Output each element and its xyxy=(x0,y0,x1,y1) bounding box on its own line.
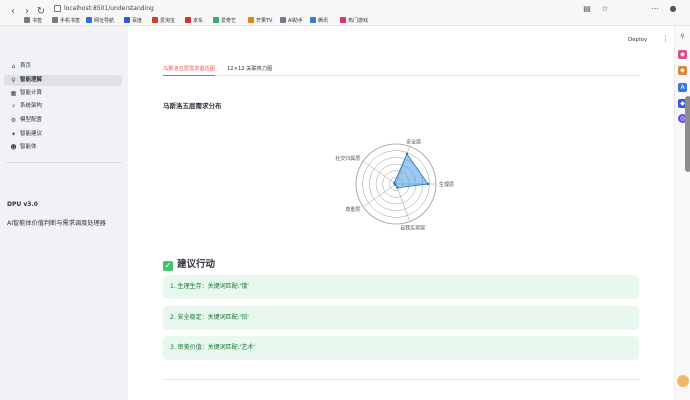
app-icon[interactable]: A xyxy=(678,83,687,92)
browser-side-rail: ⚲ ◆ ◆ A ◆ ◎ xyxy=(674,26,690,400)
radar-data-point xyxy=(393,183,397,186)
bookmark-item[interactable]: 京东 xyxy=(185,16,203,26)
structure-icon: ⚡ xyxy=(11,103,16,110)
sidebar-item-model-config[interactable]: ⚙ 模型配置 xyxy=(4,115,122,126)
sidebar-item-compute[interactable]: ▦ 智能计算 xyxy=(4,88,122,99)
deploy-button[interactable]: Deploy xyxy=(628,37,647,43)
robot-icon: ☻ xyxy=(10,144,17,151)
action-item: 2. 安全稳定：关键词匹配:'怕' xyxy=(163,306,639,330)
bookmark-item[interactable]: 爱淘宝 xyxy=(152,16,175,26)
radar-series-area xyxy=(393,153,429,189)
section-divider xyxy=(163,379,639,380)
gear-icon: ⚙ xyxy=(10,117,17,124)
tab-heatmap[interactable]: 12×12 关联热力图 xyxy=(227,64,272,76)
url-bar[interactable]: localhost:8501/understanding xyxy=(64,4,154,14)
sidebar-item-understanding[interactable]: ⚲ 智能理解 xyxy=(4,75,122,86)
tab-bar: 马斯洛五层需求雷达图 12×12 关联热力图 xyxy=(163,62,639,76)
sidebar-item-agent[interactable]: ☻ 智能体 xyxy=(4,142,122,153)
lock-icon xyxy=(54,5,61,12)
menu-icon[interactable]: ⋮ xyxy=(662,35,669,44)
avatar[interactable] xyxy=(677,375,689,387)
profile-icon[interactable]: ● xyxy=(668,4,678,14)
radar-axis-label: 生理层 xyxy=(439,181,454,188)
home-icon: ⌂ xyxy=(11,63,16,70)
bookmark-item[interactable]: 腾讯 xyxy=(310,16,328,26)
tab-radar[interactable]: 马斯洛五层需求雷达图 xyxy=(163,64,215,76)
tagline: AI智能体价值判断与需求调度处理器 xyxy=(7,220,106,227)
radar-axis-label: 安全层 xyxy=(406,138,421,145)
radar-axis-line xyxy=(395,183,410,222)
sidebar-item-architecture[interactable]: ⚡ 系统架构 xyxy=(4,101,122,112)
bookmark-item[interactable]: 芒果TV xyxy=(248,16,272,26)
radar-data-point xyxy=(405,152,409,156)
main-content: Deploy ⋮ 马斯洛五层需求雷达图 12×12 关联热力图 马斯洛五层需求分… xyxy=(128,26,678,400)
bookmark-item[interactable]: AI助手 xyxy=(280,16,303,26)
scrollbar-handle[interactable] xyxy=(685,96,690,172)
radar-axis-label: 尊重层 xyxy=(345,206,360,213)
search-icon[interactable]: ⚲ xyxy=(678,32,687,41)
app-icon[interactable]: ◆ xyxy=(678,66,687,75)
extensions-icon[interactable]: ⋯ xyxy=(650,4,660,14)
bookmark-item[interactable]: 爱奇艺 xyxy=(213,16,236,26)
radar-data-point xyxy=(396,186,399,189)
sidebar-item-home[interactable]: ⌂ 首页 xyxy=(4,61,122,72)
sidebar: ⌂ 首页 ⚲ 智能理解 ▦ 智能计算 ⚡ 系统架构 ⚙ 模型配置 ✦ 智能建议 ☻ 智能体 D… xyxy=(0,26,128,400)
action-item: 1. 生理生存：关键词匹配:'饿' xyxy=(163,275,639,299)
favorite-icon[interactable]: ☆ xyxy=(600,4,610,14)
sidebar-divider xyxy=(6,162,122,163)
radar-chart: 生理层 安全层社交归属层尊重层自我实现层 xyxy=(335,138,454,232)
bookmark-item[interactable]: 百度 xyxy=(124,16,142,26)
chart-title: 马斯洛五层需求分布 xyxy=(163,102,222,110)
action-item: 3. 审美价值：关键词匹配:'艺术' xyxy=(163,336,639,360)
app-icon[interactable]: ◆ xyxy=(678,50,687,59)
search-icon: ⚲ xyxy=(11,77,16,84)
bookmark-item[interactable]: 书签 xyxy=(24,16,42,26)
bookmark-item[interactable]: 热门游戏 xyxy=(340,16,368,26)
calc-icon: ▦ xyxy=(10,90,17,97)
bookmark-item[interactable]: 网址导航 xyxy=(86,16,114,26)
radar-axis-label: 自我实现层 xyxy=(400,225,425,232)
sidebar-item-advice[interactable]: ✦ 智能建议 xyxy=(4,129,122,140)
bookmark-item[interactable]: 手机书签 xyxy=(52,16,80,26)
browser-chrome: ‹ › ↻ localhost:8501/understanding ▤ ☆ ⋯… xyxy=(0,0,690,26)
radar-data-point xyxy=(426,182,430,186)
reading-mode-icon[interactable]: ▤ xyxy=(582,4,592,14)
version-label: DPU v3.0 xyxy=(7,201,38,208)
radar-axis-label: 社交归属层 xyxy=(335,155,360,162)
check-icon: ✓ xyxy=(163,261,173,271)
bookmarks-bar: 书签 手机书签 网址导航 百度 爱淘宝 京东 爱奇艺 芒果TV AI助手 腾讯 … xyxy=(0,14,690,26)
actions-title: ✓ 建议行动 xyxy=(163,259,216,271)
bulb-icon: ✦ xyxy=(10,131,17,138)
